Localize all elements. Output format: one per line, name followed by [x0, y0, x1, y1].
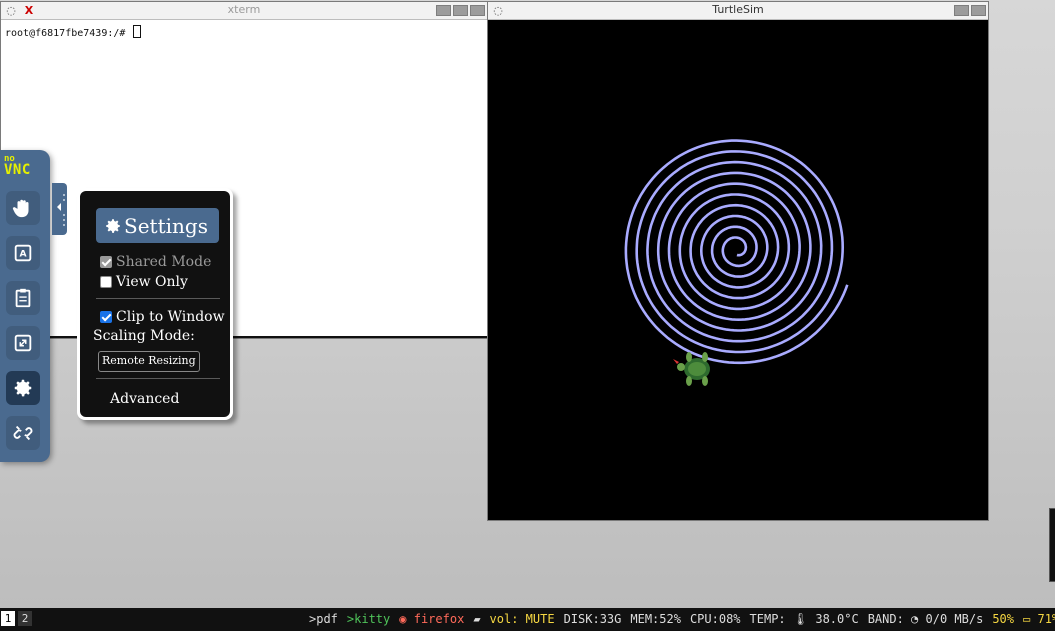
keyboard-icon: A: [14, 244, 32, 262]
status-bar: 1 2 >pdf >kitty ◉ firefox ▰ vol: MUTE DI…: [0, 608, 1055, 631]
fullscreen-icon: [14, 334, 32, 352]
close-button[interactable]: [971, 5, 986, 16]
drag-icon: [12, 199, 29, 218]
divider: [96, 298, 220, 299]
settings-title: Settings: [124, 213, 208, 238]
xterm-title: xterm: [227, 3, 261, 16]
wifi-icon: ◔: [911, 612, 919, 626]
memory-status: MEM:52%: [630, 612, 681, 626]
volume-status: vol: MUTE: [489, 612, 555, 626]
clip-to-window-checkbox[interactable]: [100, 311, 112, 323]
clipboard-icon: [15, 288, 31, 308]
spiral-drawing: [624, 139, 849, 386]
workspace-2[interactable]: 2: [18, 611, 32, 626]
drag-button[interactable]: [6, 191, 40, 225]
terminal-prompt: root@f6817fbe7439:/#: [5, 25, 142, 39]
terminal-area[interactable]: root@f6817fbe7439:/#: [1, 21, 487, 338]
firefox-icon: ◉: [399, 612, 407, 626]
clip-to-window-label[interactable]: Clip to Window: [116, 309, 225, 325]
keyboard-button[interactable]: A: [6, 236, 40, 270]
shared-mode-option: Shared Mode: [100, 254, 211, 270]
svg-text:A: A: [19, 249, 27, 260]
view-only-option[interactable]: View Only: [100, 274, 188, 290]
divider: [96, 378, 220, 379]
collapse-arrow-icon: [57, 194, 65, 226]
settings-panel-body: Settings Shared Mode View Only Clip to W…: [80, 191, 230, 417]
advanced-toggle[interactable]: Advanced: [110, 391, 179, 407]
firefox-launcher[interactable]: ◉ firefox: [399, 612, 464, 626]
offscreen-window-edge[interactable]: [1049, 508, 1055, 582]
turtlesim-titlebar[interactable]: ◌ TurtleSim: [488, 2, 988, 20]
window-buttons[interactable]: [436, 5, 485, 16]
temperature-status: TEMP: 🌡 38.0°C: [749, 612, 859, 626]
control-bar-handle[interactable]: [52, 183, 67, 235]
settings-panel: Settings Shared Mode View Only Clip to W…: [77, 188, 233, 420]
turtlesim-canvas: [489, 21, 988, 520]
clipboard-button[interactable]: [6, 281, 40, 315]
maximize-button[interactable]: [453, 5, 468, 16]
scaling-mode-select[interactable]: Remote Resizing: [98, 351, 200, 372]
turtlesim-window[interactable]: ◌ TurtleSim: [487, 1, 989, 521]
novnc-control-bar: no VNC A: [0, 150, 50, 462]
settings-gear-icon: [14, 379, 32, 397]
shared-mode-checkbox: [100, 256, 112, 268]
battery-status: ▭ 71%: [1023, 612, 1055, 626]
disk-status: DISK:33G: [563, 612, 622, 626]
turtlesim-title: TurtleSim: [712, 3, 764, 16]
cpu-status: CPU:08%: [689, 612, 741, 626]
workspace-1[interactable]: 1: [1, 611, 15, 626]
scaling-mode-label: Scaling Mode:: [93, 328, 195, 344]
turtle-icon: [673, 352, 710, 386]
view-only-checkbox[interactable]: [100, 276, 112, 288]
pdf-launcher[interactable]: >pdf: [309, 612, 338, 626]
disconnect-icon: [13, 425, 33, 441]
close-button[interactable]: [470, 5, 485, 16]
settings-gear-icon: [106, 218, 120, 233]
folder-icon[interactable]: ▰: [473, 612, 480, 626]
minimize-button[interactable]: [436, 5, 451, 16]
xterm-titlebar[interactable]: ◌ X xterm: [1, 2, 487, 20]
disconnect-button[interactable]: [6, 416, 40, 450]
clip-to-window-option[interactable]: Clip to Window: [100, 309, 225, 325]
novnc-logo: no VNC: [4, 154, 31, 178]
shared-mode-label: Shared Mode: [116, 254, 212, 270]
wifi-strength: 50%: [992, 612, 1014, 626]
bandwidth-status: BAND: ◔ 0/0 MB/s: [867, 612, 984, 626]
window-buttons[interactable]: [954, 5, 986, 16]
minimize-button[interactable]: [954, 5, 969, 16]
xterm-window[interactable]: ◌ X xterm root@f6817fbe7439:/#: [0, 1, 488, 339]
battery-icon: ▭: [1023, 612, 1031, 626]
settings-header: Settings: [96, 208, 219, 243]
settings-button[interactable]: [6, 371, 40, 405]
view-only-label[interactable]: View Only: [116, 274, 188, 290]
terminal-cursor: [133, 25, 142, 38]
kitty-launcher[interactable]: >kitty: [347, 612, 390, 626]
status-items: >pdf >kitty ◉ firefox ▰ vol: MUTE DISK:3…: [309, 612, 1055, 626]
spiral-path: [624, 139, 849, 365]
fullscreen-button[interactable]: [6, 326, 40, 360]
